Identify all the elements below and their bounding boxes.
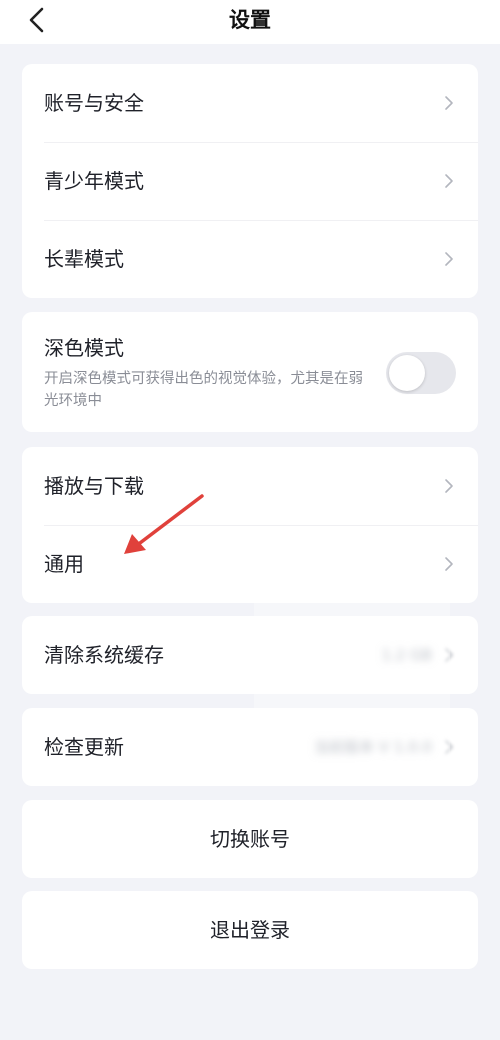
general-settings-card: 播放与下载 通用: [22, 447, 478, 603]
check-update-row[interactable]: 检查更新 当前版本 V 1.0.0: [22, 708, 478, 786]
dark-mode-card: 深色模式 开启深色模式可获得出色的视觉体验，尤其是在弱光环境中: [22, 312, 478, 432]
elder-mode-row[interactable]: 长辈模式: [22, 220, 478, 298]
dark-mode-description: 开启深色模式可获得出色的视觉体验，尤其是在弱光环境中: [44, 371, 363, 409]
clear-cache-card: 清除系统缓存 1.2 GB: [22, 616, 478, 694]
chevron-right-icon: [444, 478, 454, 494]
account-security-row[interactable]: 账号与安全: [22, 64, 478, 142]
clear-cache-row[interactable]: 清除系统缓存 1.2 GB: [22, 616, 478, 694]
chevron-right-icon: [444, 739, 454, 755]
dark-mode-toggle[interactable]: [386, 352, 456, 394]
dark-mode-title: 深色模式: [44, 336, 124, 360]
chevron-right-icon: [444, 173, 454, 189]
version-value: 当前版本 V 1.0.0: [314, 738, 432, 756]
page-title: 设置: [229, 8, 271, 32]
row-label: 青少年模式: [44, 169, 144, 193]
top-bar: 设置: [0, 0, 500, 44]
row-label: 通用: [44, 552, 84, 576]
teen-mode-row[interactable]: 青少年模式: [22, 142, 478, 220]
check-update-card: 检查更新 当前版本 V 1.0.0: [22, 708, 478, 786]
general-row[interactable]: 通用: [22, 525, 478, 603]
row-label: 账号与安全: [44, 91, 144, 115]
chevron-right-icon: [444, 556, 454, 572]
row-label: 播放与下载: [44, 474, 144, 498]
row-label: 检查更新: [44, 735, 124, 759]
toggle-knob: [389, 355, 425, 391]
playback-download-row[interactable]: 播放与下载: [22, 447, 478, 525]
chevron-right-icon: [444, 251, 454, 267]
chevron-right-icon: [444, 647, 454, 663]
row-label: 长辈模式: [44, 247, 124, 271]
switch-account-button[interactable]: 切换账号: [22, 800, 478, 878]
logout-label: 退出登录: [210, 918, 290, 942]
account-settings-card: 账号与安全 青少年模式 长辈模式: [22, 64, 478, 298]
switch-account-label: 切换账号: [210, 827, 290, 851]
chevron-right-icon: [444, 95, 454, 111]
cache-size-value: 1.2 GB: [381, 646, 432, 664]
logout-button[interactable]: 退出登录: [22, 891, 478, 969]
row-label: 清除系统缓存: [44, 643, 164, 667]
